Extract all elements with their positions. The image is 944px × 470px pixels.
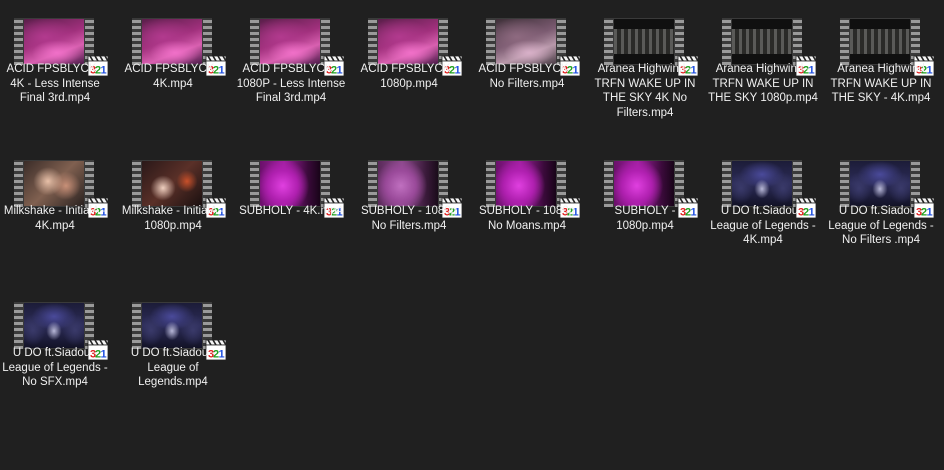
film-perforation-left — [132, 18, 141, 65]
file-item[interactable]: 3 2 1 ACID FPSBLYCK - 1080p.mp4 — [354, 0, 464, 140]
thumbnail-image — [378, 19, 438, 64]
thumbnail-image — [24, 161, 84, 206]
file-name-label: SUBHOLY - 1080p No Filters.mp4 — [360, 205, 458, 232]
file-item[interactable]: 321U DO ft.Siadou - League of Legends.mp… — [118, 284, 228, 424]
film-perforation-left — [604, 160, 613, 207]
film-strip-frame — [14, 302, 94, 349]
file-grid: 3 2 1 ACID FPSBLYCK - 4K - Less Intense Fin… — [0, 0, 944, 470]
file-item[interactable]: 3 2 1 SUBHOLY - 1080p.mp4 — [590, 142, 700, 282]
thumbnail-image — [614, 161, 674, 206]
file-item[interactable]: 3 2 1 ACID FPSBLYCK - 1080P - Less Intense … — [236, 0, 346, 140]
file-name-label: Milkshake - InitialA - 1080p.mp4 — [121, 205, 225, 232]
film-perforation-left — [250, 18, 259, 65]
film-perforation-left — [840, 18, 849, 65]
file-item[interactable]: 321U DO ft.Siadou - League of Legends - … — [826, 142, 936, 282]
file-item[interactable]: 3 2 1 Milkshake - InitialA - 1080p.mp4 — [118, 142, 228, 282]
film-perforation-left — [132, 160, 141, 207]
thumbnail-image — [142, 161, 202, 206]
file-name-label: U DO ft.Siadou - League of Legends.mp4 — [130, 347, 216, 388]
file-item[interactable]: 3 2 1 SUBHOLY - 1080p No Moans.mp4 — [472, 142, 582, 282]
file-name-label: ACID FPSBLYCK - 4K.mp4 — [124, 63, 222, 90]
film-perforation-left — [132, 302, 141, 349]
film-perforation-left — [840, 160, 849, 207]
film-strip-frame — [132, 160, 212, 207]
film-perforation-left — [368, 160, 377, 207]
film-perforation-left — [250, 160, 259, 207]
film-perforation-left — [604, 18, 613, 65]
film-strip-frame — [604, 18, 684, 65]
film-strip-frame — [486, 18, 566, 65]
film-perforation-left — [722, 160, 731, 207]
file-name-label: Aranea Highwind - TRFN WAKE UP IN THE SK… — [594, 63, 696, 119]
thumbnail-image — [378, 161, 438, 206]
film-strip-frame — [722, 18, 802, 65]
file-item[interactable]: 3 2 1 Milkshake - InitialA - 4K.mp4 — [0, 142, 110, 282]
thumbnail-image — [614, 19, 674, 64]
film-strip-frame — [722, 160, 802, 207]
film-perforation-left — [368, 18, 377, 65]
film-perforation-left — [14, 160, 23, 207]
film-strip-frame — [250, 160, 330, 207]
file-name-label: Aranea Highwind TRFN WAKE UP IN THE SKY … — [830, 63, 932, 104]
film-strip-frame — [486, 160, 566, 207]
film-strip-frame — [604, 160, 684, 207]
thumbnail-image — [850, 161, 910, 206]
file-name-label: Milkshake - InitialA - 4K.mp4 — [3, 205, 107, 232]
file-item[interactable]: 3 2 1 ACID FPSBLYCK - No Filters.mp4 — [472, 0, 582, 140]
file-item[interactable]: 3 2 1 Aranea Highwind TRFN WAKE UP IN THE S… — [826, 0, 936, 140]
film-perforation-left — [14, 302, 23, 349]
film-strip-frame — [368, 160, 448, 207]
file-item[interactable]: 3 2 1 SUBHOLY - 4K.mp4 — [236, 142, 346, 282]
file-name-label: U DO ft.Siadou - League of Legends - No … — [2, 347, 108, 388]
thumbnail-image — [732, 161, 792, 206]
file-item[interactable]: 3 2 1 ACID FPSBLYCK - 4K - Less Intense Fin… — [0, 0, 110, 140]
thumbnail-image — [496, 19, 556, 64]
file-name-label: U DO ft.Siadou - League of Legends - No … — [828, 205, 934, 246]
file-item[interactable]: 321U DO ft.Siadou - League of Legends - … — [0, 284, 110, 424]
film-strip-frame — [14, 18, 94, 65]
thumbnail-image — [24, 19, 84, 64]
file-name-label: SUBHOLY - 4K.mp4 — [239, 205, 343, 217]
file-name-label: U DO ft.Siadou - League of Legends - 4K.… — [710, 205, 816, 246]
film-strip-frame — [368, 18, 448, 65]
film-strip-frame — [840, 160, 920, 207]
thumbnail-image — [260, 19, 320, 64]
file-name-label: ACID FPSBLYCK - No Filters.mp4 — [478, 63, 576, 90]
film-strip-frame — [14, 160, 94, 207]
film-strip-frame — [840, 18, 920, 65]
thumbnail-image — [142, 303, 202, 348]
thumbnail-image — [260, 161, 320, 206]
file-name-label: ACID FPSBLYCK - 1080P - Less Intense Fin… — [236, 63, 346, 104]
film-perforation-left — [486, 160, 495, 207]
file-name-label: ACID FPSBLYCK - 1080p.mp4 — [360, 63, 458, 90]
film-perforation-left — [486, 18, 495, 65]
file-item[interactable]: 321U DO ft.Siadou - League of Legends - … — [708, 142, 818, 282]
thumbnail-image — [24, 303, 84, 348]
file-item[interactable]: 3 2 1 ACID FPSBLYCK - 4K.mp4 — [118, 0, 228, 140]
thumbnail-image — [142, 19, 202, 64]
file-name-label: SUBHOLY - 1080p.mp4 — [614, 205, 676, 232]
file-item[interactable]: 3 2 1 Aranea Highwind - TRFN WAKE UP IN THE… — [590, 0, 700, 140]
thumbnail-image — [496, 161, 556, 206]
file-name-label: ACID FPSBLYCK - 4K - Less Intense Final … — [6, 63, 104, 104]
file-name-label: SUBHOLY - 1080p No Moans.mp4 — [478, 205, 576, 232]
file-item[interactable]: 3 2 1 Aranea Highwind - TRFN WAKE UP IN THE… — [708, 0, 818, 140]
film-perforation-left — [722, 18, 731, 65]
file-name-label: Aranea Highwind - TRFN WAKE UP IN THE SK… — [708, 63, 818, 104]
thumbnail-image — [732, 19, 792, 64]
thumbnail-image — [850, 19, 910, 64]
film-strip-frame — [132, 302, 212, 349]
film-strip-frame — [132, 18, 212, 65]
film-perforation-left — [14, 18, 23, 65]
file-item[interactable]: 3 2 1 SUBHOLY - 1080p No Filters.mp4 — [354, 142, 464, 282]
film-strip-frame — [250, 18, 330, 65]
